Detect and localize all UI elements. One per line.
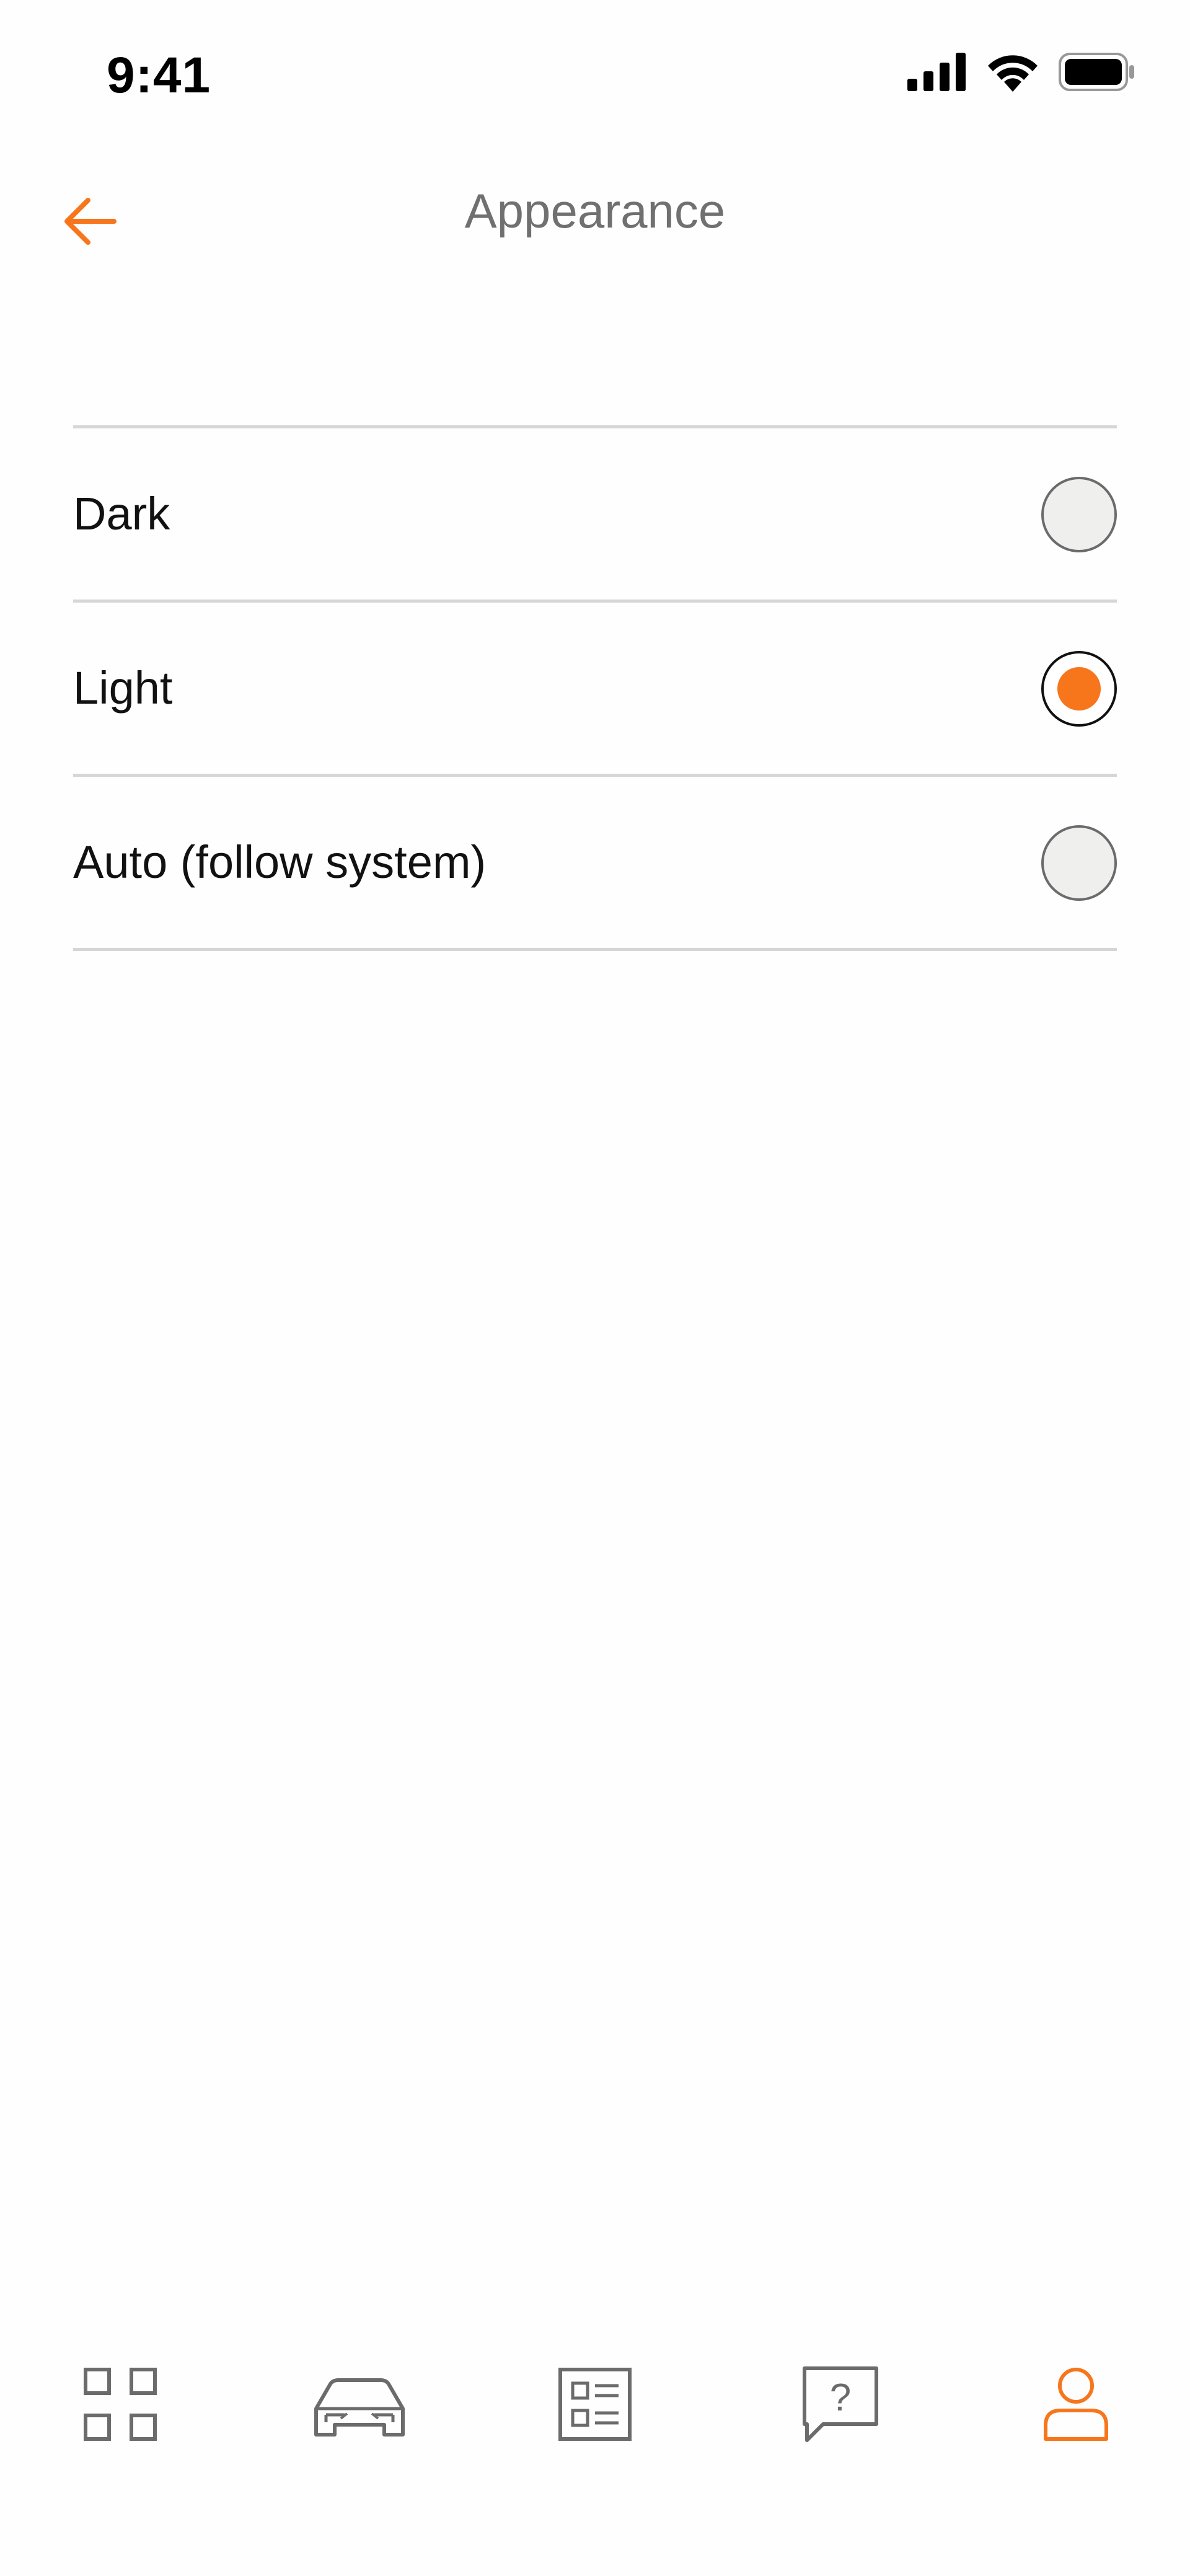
status-time: 9:41 — [107, 47, 211, 104]
radio-selected-dot — [1057, 667, 1101, 710]
help-chat-icon: ? — [802, 2366, 879, 2446]
svg-text:?: ? — [830, 2376, 851, 2419]
grid-icon — [82, 2366, 159, 2446]
radio-dark[interactable] — [1041, 477, 1117, 552]
bottom-tab-bar: ? — [0, 2331, 1190, 2480]
option-auto[interactable]: Auto (follow system) — [73, 777, 1117, 951]
tab-help[interactable]: ? — [791, 2356, 890, 2455]
tab-list[interactable] — [545, 2356, 645, 2455]
status-icons — [907, 52, 1135, 95]
list-icon — [558, 2367, 632, 2445]
battery-icon — [1059, 52, 1135, 94]
radio-light[interactable] — [1041, 651, 1117, 727]
appearance-screen: 9:41 Appearance Dark Light Auto (follow … — [0, 0, 1190, 2576]
option-label-dark: Dark — [73, 488, 170, 539]
option-label-light: Light — [73, 662, 173, 714]
option-label-auto: Auto (follow system) — [73, 836, 487, 888]
tab-dashboard[interactable] — [71, 2356, 170, 2455]
radio-auto[interactable] — [1041, 825, 1117, 901]
header: Appearance — [0, 155, 1190, 279]
page-title: Appearance — [464, 184, 726, 238]
tab-car[interactable] — [310, 2356, 409, 2455]
tab-profile[interactable] — [1026, 2356, 1126, 2455]
option-light[interactable]: Light — [73, 603, 1117, 777]
user-icon — [1042, 2366, 1110, 2446]
cellular-signal-icon — [907, 52, 967, 94]
appearance-option-list: Dark Light Auto (follow system) — [73, 425, 1117, 951]
status-bar: 9:41 — [0, 0, 1190, 124]
car-icon — [311, 2370, 408, 2441]
option-dark[interactable]: Dark — [73, 428, 1117, 603]
wifi-icon — [985, 52, 1040, 95]
